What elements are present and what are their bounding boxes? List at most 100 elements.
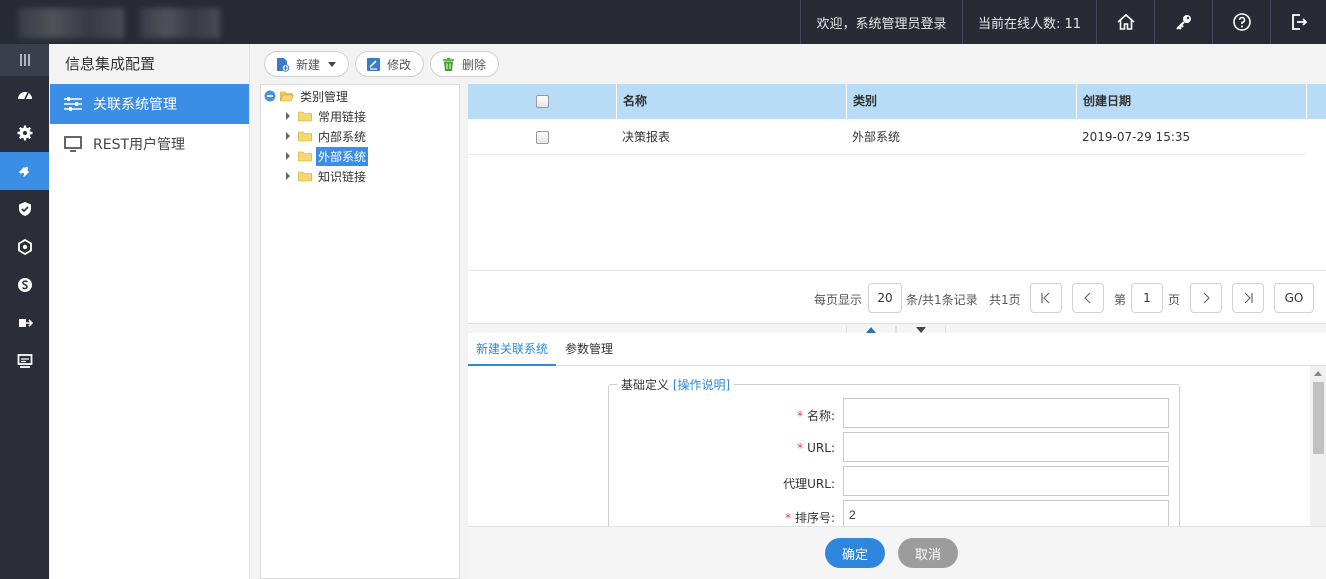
first-page-button[interactable] — [1030, 283, 1062, 313]
shield-icon — [18, 202, 31, 216]
help-icon — [1232, 13, 1251, 31]
menu-icon — [19, 54, 30, 66]
coin-icon — [17, 278, 32, 292]
row-checkbox[interactable] — [535, 131, 549, 144]
cancel-button[interactable]: 取消 — [898, 538, 958, 568]
fieldset-legend: 基础定义 [操作说明] — [617, 376, 735, 393]
select-all-checkbox[interactable] — [535, 95, 549, 108]
top-bar: 欢迎，系统管理员登录 当前在线人数: 11 — [0, 0, 1326, 44]
chevron-left-icon — [1084, 292, 1091, 304]
cell-category: 外部系统 — [852, 130, 901, 144]
column-header-name[interactable]: 名称 — [616, 84, 846, 119]
toolbar: 新建 修改 删除 — [264, 51, 500, 77]
rail-export[interactable] — [0, 304, 49, 342]
subnav-item-label: REST用户管理 — [93, 137, 186, 153]
expand-up-button[interactable] — [846, 326, 896, 333]
delete-button-label: 删除 — [462, 57, 487, 72]
tree-node[interactable]: 常用链接 — [286, 107, 368, 125]
subnav-item-rest-users[interactable]: REST用户管理 — [50, 124, 249, 164]
tree-node[interactable]: 知识链接 — [286, 167, 368, 185]
expand-arrow-icon[interactable] — [286, 152, 290, 160]
prev-page-button[interactable] — [1072, 283, 1104, 313]
gear-icon — [17, 125, 32, 141]
form-area: 基础定义 [操作说明] * 名称: * URL: 代理URL: * 排序号: — [468, 366, 1326, 526]
record-summary: 条/共1条记录 — [906, 293, 978, 307]
expand-arrow-icon[interactable] — [286, 132, 290, 140]
tree-node-label: 内部系统 — [318, 129, 367, 144]
select-all-cell — [468, 84, 616, 119]
tree-node-label: 外部系统 — [316, 146, 369, 166]
triangle-down-icon — [916, 326, 926, 333]
rail-monitor[interactable] — [0, 342, 49, 380]
scrollbar-thumb[interactable] — [1313, 382, 1324, 454]
expand-arrow-icon[interactable] — [286, 112, 290, 120]
monitor-icon — [64, 136, 82, 152]
form-scrollbar[interactable] — [1310, 366, 1326, 526]
pagination: 每页显示 20 条/共1条记录 共1页 第 1 页 GO — [468, 270, 1326, 324]
sort-order-input[interactable] — [843, 500, 1169, 526]
required-mark: * — [796, 409, 803, 423]
welcome-text: 欢迎，系统管理员登录 — [800, 0, 962, 44]
column-header-created[interactable]: 创建日期 — [1076, 84, 1306, 119]
tree-node-label: 类别管理 — [300, 89, 349, 104]
page-prefix: 第 — [1114, 293, 1127, 307]
column-header-category[interactable]: 类别 — [846, 84, 1076, 119]
subnav-item-related-systems[interactable]: 关联系统管理 — [50, 84, 249, 124]
folder-icon — [298, 171, 312, 181]
subnav-title: 信息集成配置 — [50, 44, 249, 84]
puzzle-icon — [18, 166, 29, 177]
key-button[interactable] — [1154, 0, 1212, 44]
panel-splitter[interactable] — [468, 325, 1326, 333]
tab-parameters[interactable]: 参数管理 — [565, 333, 613, 366]
home-button[interactable] — [1096, 0, 1154, 44]
rail-integration[interactable] — [0, 152, 49, 190]
help-button[interactable] — [1212, 0, 1270, 44]
required-mark: * — [784, 511, 791, 525]
tab-new-system[interactable]: 新建关联系统 — [468, 333, 557, 366]
scroll-up-icon[interactable] — [1314, 371, 1322, 376]
field-label-sort: * 排序号: — [784, 511, 835, 525]
subnav-item-label: 关联系统管理 — [93, 97, 177, 113]
field-label-proxy-url: 代理URL: — [783, 477, 835, 491]
logo — [18, 8, 124, 38]
edit-button[interactable]: 修改 — [355, 51, 425, 77]
last-page-icon — [1244, 292, 1253, 304]
basic-definition-fieldset: 基础定义 [操作说明] * 名称: * URL: 代理URL: * 排序号: — [608, 376, 1180, 526]
per-page-input[interactable]: 20 — [868, 283, 902, 313]
sliders-icon — [64, 97, 82, 111]
next-page-button[interactable] — [1190, 283, 1222, 313]
data-grid: 名称 类别 创建日期 决策报表 外部系统 2019-07-29 15:35 每页… — [468, 84, 1326, 324]
go-button[interactable]: GO — [1274, 283, 1314, 313]
tree-root[interactable]: 类别管理 — [264, 87, 350, 105]
new-button-label: 新建 — [296, 57, 321, 72]
rail-service[interactable] — [0, 266, 49, 304]
category-tree: 类别管理 常用链接 内部系统 外部系统 知识链接 — [260, 84, 460, 579]
tree-node-selected[interactable]: 外部系统 — [286, 146, 369, 166]
new-doc-icon — [277, 57, 290, 72]
proxy-url-input[interactable] — [843, 466, 1169, 496]
page-number-input[interactable]: 1 — [1131, 283, 1163, 313]
logo-text — [140, 8, 220, 38]
rail-dashboard[interactable] — [0, 76, 49, 114]
home-icon — [1116, 13, 1135, 30]
column-header-spacer — [1306, 84, 1326, 119]
rail-settings[interactable] — [0, 114, 49, 152]
folder-icon — [298, 111, 312, 121]
menu-toggle-button[interactable] — [0, 44, 49, 76]
rail-module[interactable] — [0, 228, 49, 266]
url-input[interactable] — [843, 432, 1169, 462]
collapse-down-button[interactable] — [896, 326, 946, 333]
delete-button[interactable]: 删除 — [430, 51, 500, 77]
hexagon-icon — [17, 239, 32, 255]
last-page-button[interactable] — [1232, 283, 1264, 313]
name-input[interactable] — [843, 398, 1169, 428]
help-link[interactable]: [操作说明] — [673, 378, 730, 392]
table-row[interactable]: 决策报表 外部系统 2019-07-29 15:35 — [468, 119, 1306, 155]
field-label-name: * 名称: — [796, 409, 835, 423]
logout-button[interactable] — [1270, 0, 1326, 44]
confirm-button[interactable]: 确定 — [825, 538, 885, 568]
new-button[interactable]: 新建 — [264, 51, 350, 77]
tree-node[interactable]: 内部系统 — [286, 127, 368, 145]
rail-security[interactable] — [0, 190, 49, 228]
expand-arrow-icon[interactable] — [286, 172, 290, 180]
